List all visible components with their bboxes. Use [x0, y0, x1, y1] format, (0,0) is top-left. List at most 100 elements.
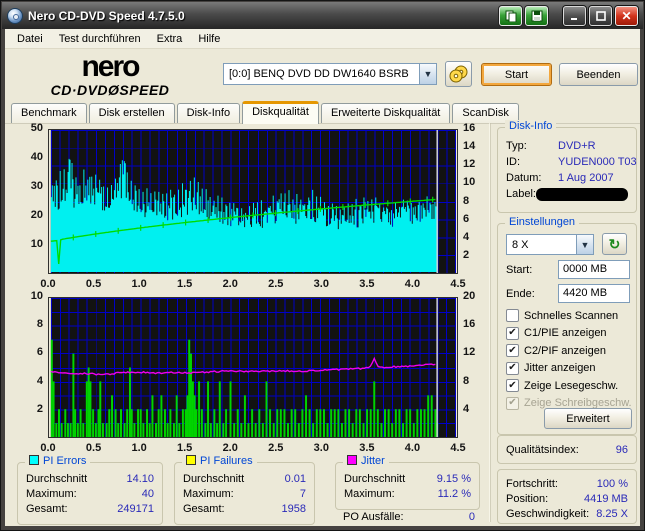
checkbox-box-zeige-lesegeschw[interactable]: ✔ — [506, 379, 519, 392]
x-axis-tick-2-0: 2.0 — [222, 278, 238, 290]
chevron-down-icon[interactable]: ▼ — [576, 235, 593, 254]
checkbox-box-jitter-anzeigen[interactable]: ✔ — [506, 361, 519, 375]
stats-title-pi-failures: PI Failures — [182, 455, 257, 467]
progress-box: Fortschritt: 100 % Position: 4419 MB Geschwi… — [497, 469, 637, 524]
x-axis-tick-3-0: 3.0 — [313, 278, 329, 290]
stat-value-jitter-durchschnitt: 9.15 % — [436, 473, 471, 485]
checkbox-zeige-lesegeschw[interactable]: ✔ Zeige Lesegeschw. — [506, 378, 618, 393]
left-axis-tick-50: 50 — [30, 122, 43, 134]
legend-square-pi-errors — [29, 455, 39, 465]
x-axis-tick-4-5: 4.5 — [450, 278, 466, 290]
stat-label-pi-errors-gesamt: Gesamt: — [26, 503, 68, 515]
checkbox-c2-pif-anzeigen[interactable]: ✔ C2/PIF anzeigen — [506, 343, 606, 358]
x-axis-tick-0-0: 0.0 — [40, 278, 56, 290]
stat-label-pi-failures-durchschnitt: Durchschnitt — [183, 473, 245, 485]
legend-square-jitter — [347, 455, 357, 465]
left-axis-tick-40: 40 — [30, 151, 43, 163]
stat-label-pi-failures-gesamt: Gesamt: — [183, 503, 225, 515]
checkbox-label-c2-pif-anzeigen: C2/PIF anzeigen — [524, 344, 606, 357]
save-icon — [531, 10, 542, 21]
x-axis-tick-1-0: 1.0 — [131, 442, 147, 454]
x-axis-tick-0-5: 0.5 — [85, 442, 102, 454]
disk-info-title: Disk-Info — [505, 120, 557, 132]
right-axis-tick-14: 14 — [463, 140, 476, 153]
tab-diskqualit-t[interactable]: Diskqualität — [242, 101, 319, 124]
save-button[interactable] — [525, 5, 548, 26]
disk-info-label-label: Label: — [506, 188, 536, 200]
menu-item-test-durchf-hren[interactable]: Test durchführen — [51, 31, 149, 47]
stats-title-pi-errors: PI Errors — [25, 455, 91, 467]
checkbox-box-zeige-schreibgeschw[interactable]: ✔ — [506, 396, 519, 410]
progress-value-position: 4419 MB — [583, 493, 628, 505]
stat-label-jitter-maximum: Maximum: — [344, 488, 395, 500]
checkbox-label-jitter-anzeigen: Jitter anzeigen — [524, 362, 596, 374]
refresh-button[interactable]: ↻ — [602, 233, 627, 255]
tab-disk-erstellen[interactable]: Disk erstellen — [88, 103, 175, 123]
drive-select[interactable]: [0:0] BENQ DVD DD DW1640 BSRB ▼ — [223, 63, 437, 85]
advanced-button[interactable]: Erweitert — [544, 408, 632, 429]
chevron-down-icon[interactable]: ▼ — [419, 64, 436, 84]
stat-value-pi-failures-maximum: 7 — [299, 488, 306, 500]
window-title: Nero CD-DVD Speed 4.7.5.0 — [28, 8, 185, 23]
checkbox-box-schnelles-scannen[interactable] — [506, 309, 519, 322]
maximize-button[interactable] — [589, 5, 612, 26]
stat-label-pi-errors-durchschnitt: Durchschnitt — [26, 473, 88, 485]
right-axis-tick-16: 16 — [463, 318, 476, 331]
left-axis-tick-30: 30 — [30, 180, 43, 192]
right-axis-tick-12: 12 — [463, 158, 476, 171]
stats-box-pi-failures: PI Failures Durchschnitt 0.01 Maximum: 7 Gesa… — [174, 455, 315, 525]
x-axis-tick-3-5: 3.5 — [359, 278, 375, 290]
tab-erweiterte-diskqualit-t[interactable]: Erweiterte Diskqualität — [320, 103, 451, 123]
right-axis-tick-2: 2 — [463, 248, 470, 261]
speed-select[interactable]: 8 X ▼ — [506, 234, 594, 255]
chart-pi-errors — [48, 129, 458, 274]
progress-label-fortschritt: Fortschritt: — [506, 478, 558, 490]
client-area: Datei Test durchführen Extra Hilfe nero CD·… — [5, 29, 640, 526]
menu-item-extra[interactable]: Extra — [149, 31, 191, 47]
checkbox-jitter-anzeigen[interactable]: ✔ Jitter anzeigen — [506, 361, 596, 376]
end-mb-field[interactable]: 4420 MB — [558, 284, 630, 303]
minimize-button[interactable] — [563, 5, 586, 26]
tab-disk-info[interactable]: Disk-Info — [176, 103, 241, 123]
speed-select-value: 8 X — [512, 238, 529, 251]
close-icon: ✕ — [621, 8, 632, 23]
drive-select-value: [0:0] BENQ DVD DD DW1640 BSRB — [229, 68, 409, 80]
checkbox-schnelles-scannen[interactable]: Schnelles Scannen — [506, 308, 618, 323]
disk-info-label-id: ID: — [506, 156, 521, 168]
right-axis-tick-4: 4 — [463, 402, 470, 415]
x-axis-tick-2-5: 2.5 — [268, 442, 284, 454]
po-failures-label: PO Ausfälle: — [343, 511, 404, 523]
tab-benchmark[interactable]: Benchmark — [11, 103, 87, 123]
nero-logo-text: nero — [81, 50, 140, 83]
disk-info-value-typ: DVD+R — [558, 140, 596, 152]
left-axis-tick-4: 4 — [36, 374, 43, 387]
end-mb-label: Ende: — [506, 288, 535, 300]
discs-icon — [449, 65, 467, 83]
minimize-icon — [570, 17, 577, 20]
quit-button[interactable]: Beenden — [559, 63, 638, 86]
copy-icon — [505, 10, 516, 22]
toolbar: nero CD·DVDØSPEED [0:0] BENQ DVD DD DW16… — [5, 50, 640, 101]
right-axis-tick-4: 4 — [463, 230, 470, 243]
right-axis-tick-6: 6 — [463, 212, 470, 225]
cdvdspeed-logo-text: CD·DVDØSPEED — [50, 82, 170, 98]
stat-label-pi-errors-maximum: Maximum: — [26, 488, 77, 500]
checkbox-box-c2-pif-anzeigen[interactable]: ✔ — [506, 344, 519, 357]
left-axis-tick-10: 10 — [30, 238, 43, 250]
stat-value-pi-errors-durchschnitt: 14.10 — [126, 473, 154, 485]
x-axis-tick-0-5: 0.5 — [85, 278, 102, 290]
start-button[interactable]: Start — [481, 63, 552, 86]
start-mb-field[interactable]: 0000 MB — [558, 260, 630, 279]
right-axis-tick-8: 8 — [463, 374, 470, 387]
checkbox-c1-pie-anzeigen[interactable]: ✔ C1/PIE anzeigen — [506, 326, 607, 341]
disk-info-label-typ: Typ: — [506, 140, 527, 152]
close-button[interactable]: ✕ — [615, 5, 638, 26]
quit-button-label: Beenden — [576, 68, 621, 81]
eject-disc-button[interactable] — [445, 61, 472, 87]
copy-button[interactable] — [499, 5, 522, 26]
right-axis-tick-20: 20 — [463, 290, 476, 302]
stat-label-pi-failures-maximum: Maximum: — [183, 488, 234, 500]
menu-item-datei[interactable]: Datei — [9, 31, 51, 47]
menu-item-hilfe[interactable]: Hilfe — [190, 31, 228, 47]
checkbox-box-c1-pie-anzeigen[interactable]: ✔ — [506, 326, 519, 340]
